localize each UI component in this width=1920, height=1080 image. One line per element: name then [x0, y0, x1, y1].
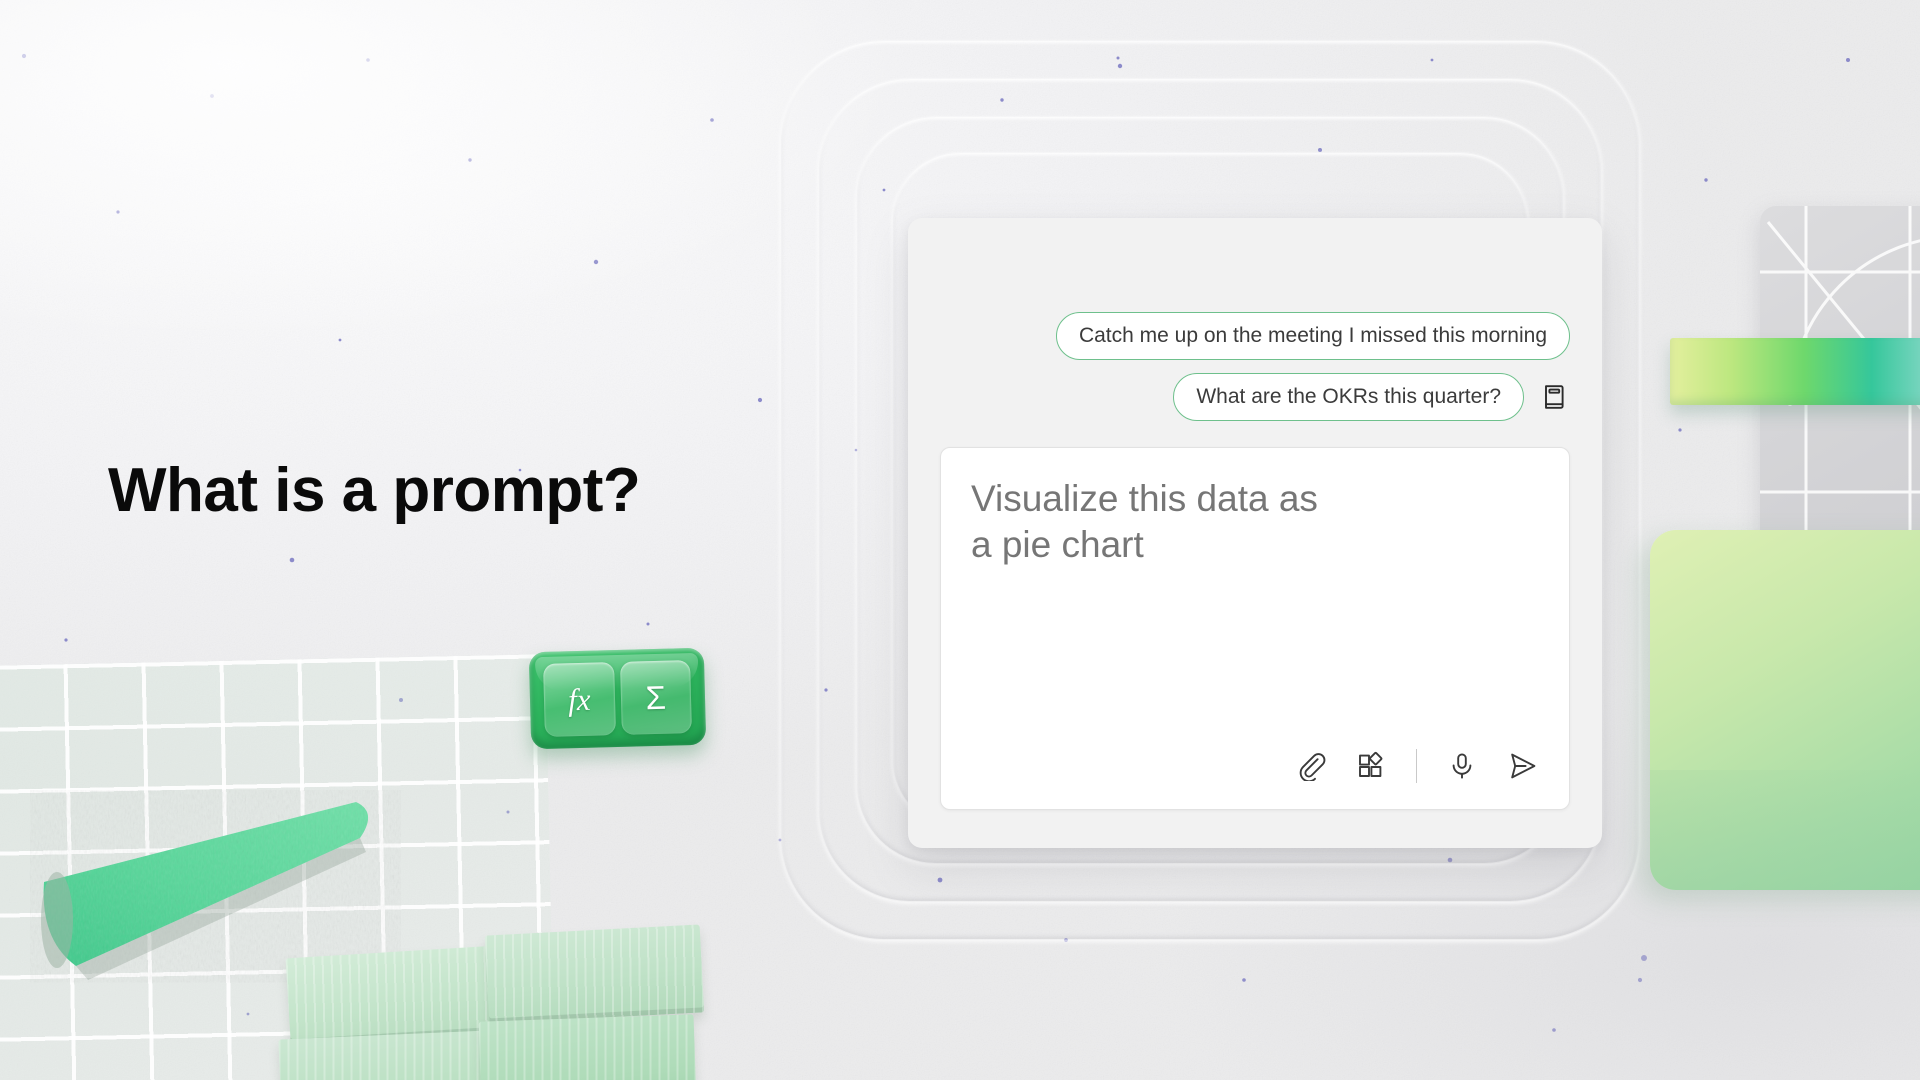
suggestion-chip-catch-me-up[interactable]: Catch me up on the meeting I missed this… — [1055, 312, 1570, 360]
fx-keycap: fx — [543, 662, 616, 737]
prompt-input-box[interactable]: Visualize this data as a pie chart — [940, 447, 1570, 810]
rolled-fabric-decor — [41, 802, 369, 980]
book-icon[interactable] — [1540, 382, 1570, 412]
send-icon[interactable] — [1505, 749, 1539, 783]
wood-block-decor — [478, 1014, 697, 1080]
gradient-ribbon-decor — [1670, 338, 1920, 405]
folded-green-sheet-decor — [1650, 530, 1920, 890]
sigma-keycap: Σ — [619, 660, 692, 735]
microphone-icon[interactable] — [1445, 749, 1479, 783]
suggestion-chip-row: Catch me up on the meeting I missed this… — [1055, 312, 1570, 360]
paperclip-icon[interactable] — [1294, 749, 1328, 783]
toolbar-divider — [1416, 749, 1417, 783]
spreadsheet-grid-decor — [0, 654, 555, 1080]
assistant-prompt-card: Catch me up on the meeting I missed this… — [908, 218, 1602, 848]
suggestion-chip-okrs[interactable]: What are the OKRs this quarter? — [1173, 373, 1524, 421]
wood-block-decor — [278, 1030, 492, 1080]
wood-block-decor — [285, 945, 501, 1045]
suggestion-chips: Catch me up on the meeting I missed this… — [940, 312, 1570, 421]
wood-block-decor — [484, 924, 705, 1024]
prompt-input[interactable]: Visualize this data as a pie chart — [971, 476, 1539, 743]
formula-key-tray-decor: fx Σ — [528, 647, 707, 750]
apps-grid-icon[interactable] — [1354, 749, 1388, 783]
drafting-board-decor — [1760, 206, 1920, 636]
poster-canvas: fx Σ What is a prompt? Catch me up on th… — [0, 0, 1920, 1080]
prompt-toolbar — [971, 743, 1539, 789]
suggestion-chip-row: What are the OKRs this quarter? — [1173, 373, 1570, 421]
page-title: What is a prompt? — [108, 456, 641, 525]
